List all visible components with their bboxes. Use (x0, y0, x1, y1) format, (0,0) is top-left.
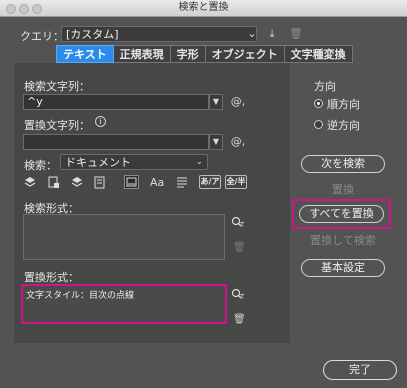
tab-text-label: テキスト (63, 48, 107, 61)
tab-glyph-label: 字形 (176, 48, 199, 61)
find-next-button[interactable]: 次を検索 (301, 155, 385, 173)
width-sensitive-icon[interactable]: 全/半 (225, 175, 247, 189)
clear-find-format-icon[interactable]: 🗑 (233, 242, 246, 253)
chevron-down-icon: ⌄ (196, 157, 203, 166)
change-format-value: 文字スタイル：目次の点線 (26, 291, 135, 301)
find-what-value: ^y (27, 95, 43, 108)
search-scope-value: ドキュメント (65, 156, 131, 169)
kana-sensitive-icon[interactable]: あ/ア (199, 175, 221, 189)
tab-text[interactable]: テキスト (56, 45, 114, 63)
tab-grep[interactable]: 正規表現 (113, 45, 171, 63)
tab-object-label: オブジェクト (211, 48, 278, 61)
find-format-box[interactable] (23, 214, 225, 260)
change-to-dropdown[interactable]: ▼ (209, 134, 223, 150)
window-title-bar: 検索と置換 (0, 0, 407, 17)
special-characters-icon[interactable]: @, (230, 134, 246, 150)
save-query-icon[interactable]: ⤓ (264, 26, 280, 42)
change-to-input[interactable] (23, 134, 209, 150)
query-value: [カスタム] (66, 28, 119, 41)
chevron-down-icon: ⌄ (247, 27, 257, 40)
whole-word-icon[interactable] (176, 176, 188, 189)
change-to-label: 置換文字列： (24, 119, 90, 132)
master-page-icon[interactable] (94, 176, 106, 189)
radio-backward[interactable] (314, 120, 323, 129)
case-sensitive-icon[interactable]: Aa (150, 176, 164, 189)
zoom-window-button[interactable] (32, 4, 42, 14)
svg-text:T: T (239, 221, 245, 228)
svg-text:T: T (239, 293, 245, 300)
find-what-input[interactable]: ^y (23, 94, 209, 110)
query-select[interactable]: [カスタム] (61, 26, 257, 42)
change-format-box[interactable]: 文字スタイル：目次の点線 (21, 284, 227, 324)
trash-icon[interactable]: 🗑 (288, 26, 304, 42)
change-all-button[interactable]: すべてを置換 (299, 205, 384, 223)
window-title: 検索と置換 (178, 2, 229, 13)
special-characters-icon[interactable]: @, (230, 94, 246, 110)
search-scope-label: 検索： (24, 159, 57, 172)
direction-label: 方向 (314, 80, 336, 93)
search-scope-select[interactable]: ドキュメント (60, 154, 208, 170)
find-what-label: 検索文字列： (24, 80, 90, 93)
tab-object[interactable]: オブジェクト (205, 45, 285, 63)
specify-find-format-icon[interactable]: T (231, 216, 245, 229)
layers-icon[interactable] (71, 176, 83, 188)
radio-backward-label: 逆方向 (327, 119, 360, 132)
fewer-options-button[interactable]: 基本設定 (301, 259, 385, 277)
tab-transliterate-label: 文字種変換 (290, 48, 346, 61)
tab-bar: テキスト 正規表現 字形 オブジェクト 文字種変換 (56, 45, 353, 63)
specify-change-format-icon[interactable]: T (231, 288, 245, 301)
clear-change-format-icon[interactable]: 🗑 (233, 314, 246, 325)
tab-transliterate[interactable]: 文字種変換 (284, 45, 353, 63)
close-window-button[interactable] (6, 4, 16, 14)
radio-forward[interactable] (314, 99, 323, 108)
lock-layer-icon[interactable] (24, 176, 36, 188)
change-button[interactable]: 置換 (301, 181, 385, 199)
radio-forward-label: 順方向 (327, 98, 360, 111)
change-find-button[interactable]: 置換して検索 (301, 232, 385, 250)
query-label: クエリ： (20, 30, 64, 43)
tab-glyph[interactable]: 字形 (170, 45, 206, 63)
find-what-dropdown[interactable]: ▼ (209, 94, 223, 110)
done-button[interactable]: 完了 (323, 360, 397, 380)
minimize-window-button[interactable] (19, 4, 29, 14)
info-icon[interactable]: i (95, 116, 106, 127)
footnote-icon[interactable] (124, 175, 139, 189)
lock-page-icon[interactable] (48, 176, 60, 189)
change-format-label: 置換形式： (24, 271, 79, 284)
tab-grep-label: 正規表現 (119, 48, 164, 61)
